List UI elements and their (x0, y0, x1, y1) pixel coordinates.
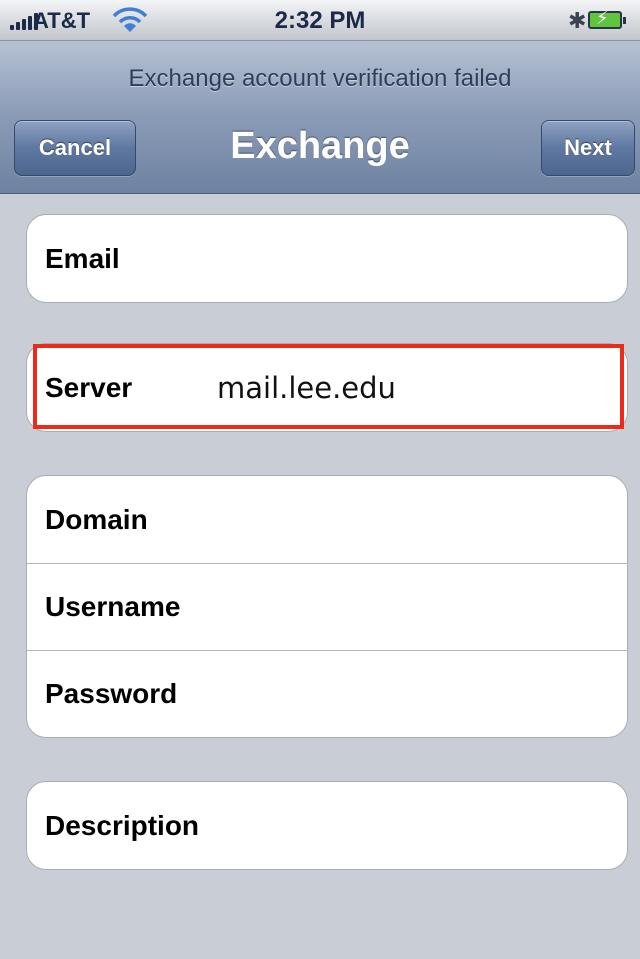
domain-field[interactable]: Domain (27, 476, 627, 563)
username-field[interactable]: Username (27, 563, 627, 650)
description-group: Description (26, 781, 628, 870)
server-highlight-box (33, 344, 624, 429)
bluetooth-icon: ✱ (568, 8, 587, 33)
cancel-button[interactable]: Cancel (14, 120, 136, 176)
clock: 2:32 PM (274, 7, 366, 34)
credentials-group: Domain Username Password (26, 475, 628, 738)
email-group: Email (26, 214, 628, 303)
domain-label: Domain (45, 503, 148, 535)
email-label: Email (45, 242, 120, 274)
email-field[interactable]: Email (27, 215, 627, 302)
charging-bolt-icon: ⚡ (596, 8, 609, 28)
next-button[interactable]: Next (541, 120, 635, 176)
description-field[interactable]: Description (27, 782, 627, 869)
username-label: Username (45, 591, 181, 622)
description-label: Description (45, 809, 200, 841)
status-bar: AT&T 2:32 PM ✱ ⚡ (0, 0, 640, 41)
navigation-bar: Exchange account verification failed Exc… (0, 41, 640, 194)
password-label: Password (45, 678, 178, 709)
verification-error-prompt: Exchange account verification failed (128, 65, 512, 92)
password-field[interactable]: Password (27, 650, 627, 737)
